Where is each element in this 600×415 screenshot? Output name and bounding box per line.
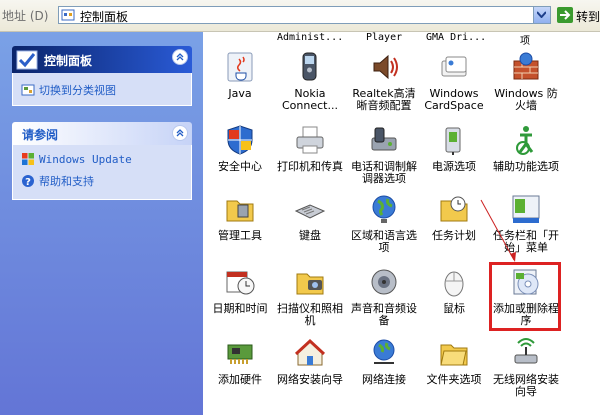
speaker-icon (373, 54, 398, 80)
item-label: 键盘 (299, 229, 321, 242)
go-arrow-icon (557, 7, 573, 23)
network-globe-icon (373, 339, 395, 364)
help-and-support-link[interactable]: ? 帮助和支持 (21, 173, 94, 189)
item-label: 日期和时间 (212, 302, 268, 315)
control-panel-panel: 控制面板 切换到分类视图 (12, 46, 192, 106)
item-label: Windows 防火墙 (494, 87, 558, 112)
item-label: 辅助功能选项 (493, 160, 559, 173)
address-dropdown-button[interactable] (533, 7, 550, 23)
collapse-button[interactable] (172, 49, 188, 65)
item-label: 电话和调制解调器选项 (351, 160, 417, 185)
partial-item-label[interactable]: GMA Dri... (426, 32, 486, 43)
item-label: 任务栏和「开始」菜单 (493, 229, 559, 254)
category-view-icon (21, 84, 35, 96)
printer-icon (296, 126, 324, 154)
java-icon (227, 52, 253, 82)
item-label: 声音和音频设备 (351, 302, 417, 327)
item-label: 文件夹选项 (426, 373, 482, 386)
item-label: 区域和语言选项 (351, 229, 417, 254)
panel-title: 请参阅 (22, 128, 59, 142)
item-label: 添加硬件 (218, 373, 262, 386)
panel-body: 切换到分类视图 (12, 73, 192, 106)
taskbar-icon (512, 195, 540, 223)
folder-options-icon (440, 344, 468, 366)
item-label: Realtek高清晰音频配置 (352, 87, 416, 112)
wireless-icon (514, 338, 538, 364)
item-label: 扫描仪和照相机 (277, 302, 343, 327)
chevron-down-icon (537, 11, 546, 18)
chevron-up-icon (176, 129, 184, 137)
partial-item-label[interactable]: Player (366, 32, 402, 43)
help-icon: ? (22, 175, 34, 188)
collapse-button[interactable] (172, 125, 188, 141)
globe-icon (372, 195, 396, 223)
link-label: 切换到分类视图 (39, 84, 116, 97)
go-label: 转到 (576, 10, 600, 24)
partial-item-label[interactable]: Administ... (277, 32, 343, 43)
task-folder-icon (440, 196, 468, 222)
svg-text:?: ? (25, 177, 31, 188)
scanner-camera-icon (296, 273, 324, 295)
keyboard-icon (294, 204, 326, 219)
address-label: 地址 (D) (2, 9, 49, 23)
nokia-phone-icon (302, 52, 317, 81)
add-hardware-icon (227, 344, 253, 364)
cardspace-icon (441, 56, 467, 77)
panel-body: Windows Update ? 帮助和支持 (12, 145, 192, 200)
windows-update-link[interactable]: Windows Update (21, 153, 132, 167)
item-label: 安全中心 (218, 160, 262, 173)
item-label: Windows CardSpace (424, 87, 484, 112)
control-panel-logo-icon (16, 50, 38, 70)
windows-logo-icon (22, 153, 34, 165)
security-shield-icon (227, 125, 253, 155)
item-label: 管理工具 (218, 229, 262, 242)
highlight-box (489, 262, 561, 331)
firewall-icon (513, 52, 539, 80)
address-value: 控制面板 (80, 10, 129, 24)
panel-header[interactable]: 控制面板 (12, 46, 192, 73)
accessibility-icon (516, 126, 534, 155)
item-label: Nokia Connect... (282, 87, 338, 112)
item-label: Java (228, 87, 252, 100)
go-button[interactable]: 转到 (557, 6, 600, 25)
see-also-panel: 请参阅 Windows Update ? 帮助和支持 (12, 122, 192, 200)
sound-speaker-icon (371, 269, 397, 295)
task-pane: 控制面板 切换到分类视图 请参阅 Windows Update ? 帮助和支持 (0, 32, 203, 415)
mouse-icon (444, 271, 464, 297)
admin-tools-icon (226, 200, 254, 222)
panel-header[interactable]: 请参阅 (12, 122, 192, 145)
item-label: 电源选项 (432, 160, 476, 173)
icon-view: Administ... Player GMA Dri... 项 Java Nok… (203, 32, 600, 415)
phone-modem-icon (371, 127, 397, 151)
link-label: 帮助和支持 (39, 175, 94, 188)
item-label: 网络安装向导 (277, 373, 343, 386)
partial-item-label[interactable]: 项 (520, 32, 530, 47)
item-label: 鼠标 (443, 302, 465, 315)
address-input[interactable]: 控制面板 (58, 6, 551, 24)
link-label: Windows Update (39, 153, 132, 166)
calendar-clock-icon (226, 271, 255, 295)
item-label: 无线网络安装向导 (493, 373, 559, 398)
power-plug-icon (445, 127, 461, 155)
item-label: 任务计划 (432, 229, 476, 242)
control-panel-icon (61, 9, 75, 21)
chevron-up-icon (176, 53, 184, 61)
item-label: 打印机和传真 (277, 160, 343, 173)
switch-to-category-view-link[interactable]: 切换到分类视图 (21, 82, 116, 98)
item-label: 网络连接 (362, 373, 406, 386)
network-home-icon (294, 338, 326, 366)
panel-title: 控制面板 (44, 54, 93, 68)
address-bar: 地址 (D) 控制面板 转到 (0, 0, 600, 32)
